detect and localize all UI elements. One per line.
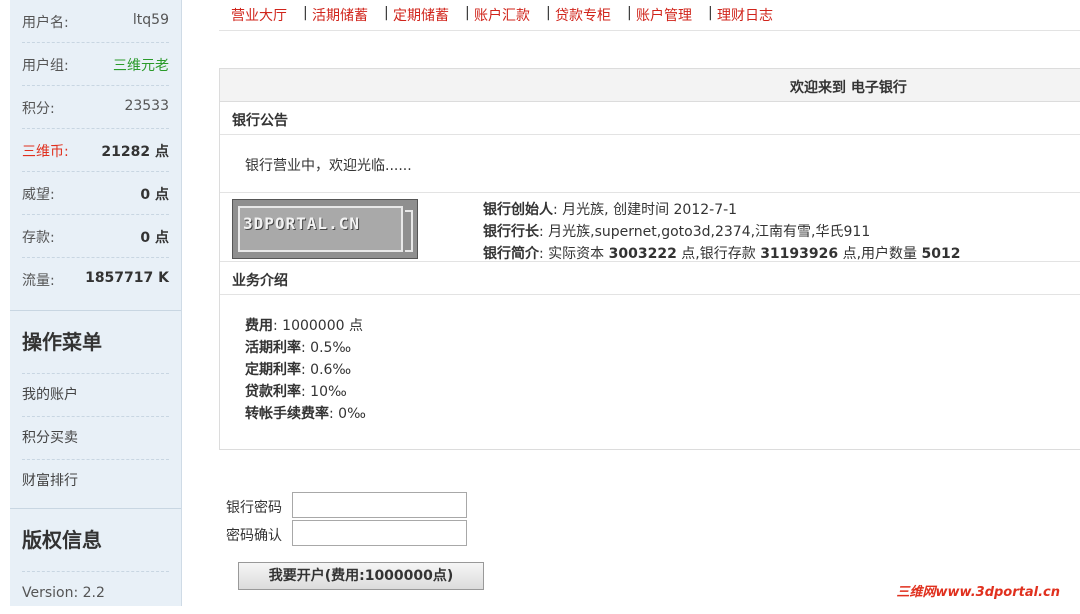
biz-value: : 0.5‰	[301, 340, 352, 356]
biz-title: 业务介绍	[232, 273, 288, 289]
president-value: : 月光族,supernet,goto3d,2374,江南有雪,华氏911	[539, 224, 871, 240]
biz-label: 定期利率	[245, 362, 301, 378]
biz-header: 业务介绍	[220, 262, 1080, 295]
nav-finance-log[interactable]: 理财日志	[717, 5, 773, 25]
biz-loan-rate: 贷款利率: 10‰	[245, 381, 347, 401]
nav-demand-savings[interactable]: 活期储蓄	[312, 5, 368, 25]
menu-title: 操作菜单	[22, 311, 169, 374]
biz-value: : 10‰	[301, 384, 347, 400]
stat-value: 21282 点	[101, 144, 169, 160]
biz-fixed-rate: 定期利率: 0.6‰	[245, 359, 351, 379]
biz-body: 费用: 1000000 点 活期利率: 0.5‰ 定期利率: 0.6‰ 贷款利率…	[220, 295, 1080, 440]
biz-label: 活期利率	[245, 340, 301, 356]
intro-mid2: 点,用户数量	[838, 246, 922, 262]
notice-title: 银行公告	[232, 113, 288, 129]
founder-value: : 月光族, 创建时间 2012-7-1	[553, 202, 738, 218]
stat-label: 流量:	[22, 273, 55, 289]
biz-fee: 费用: 1000000 点	[245, 315, 363, 335]
biz-demand-rate: 活期利率: 0.5‰	[245, 337, 351, 357]
stat-coins: 三维币: 21282 点	[22, 129, 169, 172]
confirm-password-input[interactable]	[292, 520, 467, 546]
intro-capital: 3003222	[608, 246, 677, 262]
panel-title: 欢迎来到 电子银行	[790, 80, 907, 96]
biz-value: : 1000000 点	[273, 318, 363, 334]
menu-item-my-account[interactable]: 我的账户	[22, 374, 169, 417]
biz-transfer-fee: 转帐手续费率: 0‰	[245, 403, 366, 423]
nav-account-management[interactable]: 账户管理	[636, 5, 692, 25]
intro-users: 5012	[921, 246, 961, 262]
intro-deposit: 31193926	[760, 246, 839, 262]
intro-line: 银行简介: 实际资本 3003222 点,银行存款 31193926 点,用户数…	[483, 243, 960, 263]
stat-label: 用户组:	[22, 58, 69, 74]
panel-header: 欢迎来到 电子银行	[220, 69, 1080, 102]
biz-value: : 0‰	[329, 406, 366, 422]
bank-info: 3DPORTAL.CN 银行创始人: 月光族, 创建时间 2012-7-1 银行…	[220, 193, 1080, 262]
nav-separator: |	[708, 5, 713, 21]
stat-value: 0 点	[140, 230, 169, 246]
stat-traffic: 流量: 1857717 K	[22, 258, 169, 300]
menu-section: 操作菜单	[22, 311, 169, 374]
stat-value: 23533	[124, 98, 169, 114]
bank-logo: 3DPORTAL.CN	[232, 199, 418, 259]
president-line: 银行行长: 月光族,supernet,goto3d,2374,江南有雪,华氏91…	[483, 221, 870, 241]
stat-label: 存款:	[22, 230, 55, 246]
notice-body: 银行营业中，欢迎光临......	[220, 135, 1080, 193]
nav-separator: |	[546, 5, 551, 21]
stat-value: ltq59	[132, 12, 169, 28]
stat-value: 1857717 K	[85, 270, 169, 286]
logo-text: 3DPORTAL.CN	[243, 214, 360, 233]
stat-label: 威望:	[22, 187, 55, 203]
password-input[interactable]	[292, 492, 467, 518]
president-label: 银行行长	[483, 224, 539, 240]
biz-label: 转帐手续费率	[245, 406, 329, 422]
nav-separator: |	[384, 5, 389, 21]
watermark: 三维网www.3dportal.cn	[896, 585, 1060, 600]
intro-label: 银行简介	[483, 246, 539, 262]
nav-business-hall[interactable]: 营业大厅	[231, 5, 287, 25]
biz-value: : 0.6‰	[301, 362, 352, 378]
stat-deposit: 存款: 0 点	[22, 215, 169, 258]
stat-username: 用户名: ltq59	[22, 0, 169, 43]
intro-prefix: : 实际资本	[539, 246, 609, 262]
nav-fixed-savings[interactable]: 定期储蓄	[393, 5, 449, 25]
stat-label: 三维币:	[22, 144, 69, 160]
confirm-label: 密码确认	[226, 528, 282, 544]
notice-text: 银行营业中，欢迎光临......	[245, 158, 412, 174]
logo-notch	[405, 210, 413, 252]
copyright-title: 版权信息	[22, 509, 169, 572]
stat-label: 用户名:	[22, 15, 69, 31]
top-nav: 营业大厅 | 活期储蓄 | 定期储蓄 | 账户汇款 | 贷款专柜 | 账户管理 …	[219, 0, 1080, 31]
menu-item-points-trade[interactable]: 积分买卖	[22, 417, 169, 460]
sidebar: 用户名: ltq59 用户组: 三维元老 积分: 23533 三维币: 2128…	[10, 0, 182, 606]
nav-remittance[interactable]: 账户汇款	[474, 5, 530, 25]
version-text: Version: 2.2	[22, 585, 105, 601]
nav-separator: |	[627, 5, 632, 21]
bank-panel: 欢迎来到 电子银行 银行公告 银行营业中，欢迎光临...... 3DPORTAL…	[219, 68, 1080, 450]
password-label: 银行密码	[226, 500, 282, 516]
open-account-button[interactable]: 我要开户(费用:1000000点)	[238, 562, 484, 590]
nav-separator: |	[303, 5, 308, 21]
menu-item-wealth-rank[interactable]: 财富排行	[22, 460, 169, 502]
stat-value: 0 点	[140, 187, 169, 203]
nav-separator: |	[465, 5, 470, 21]
biz-label: 贷款利率	[245, 384, 301, 400]
stat-points: 积分: 23533	[22, 86, 169, 129]
notice-header: 银行公告	[220, 102, 1080, 135]
founder-line: 银行创始人: 月光族, 创建时间 2012-7-1	[483, 199, 737, 219]
founder-label: 银行创始人	[483, 202, 553, 218]
stat-usergroup: 用户组: 三维元老	[22, 43, 169, 86]
stat-label: 积分:	[22, 101, 55, 117]
intro-mid: 点,银行存款	[676, 246, 761, 262]
stat-prestige: 威望: 0 点	[22, 172, 169, 215]
copyright-section: 版权信息	[22, 509, 169, 572]
stat-value: 三维元老	[113, 58, 169, 74]
biz-label: 费用	[245, 318, 273, 334]
nav-loans[interactable]: 贷款专柜	[555, 5, 611, 25]
